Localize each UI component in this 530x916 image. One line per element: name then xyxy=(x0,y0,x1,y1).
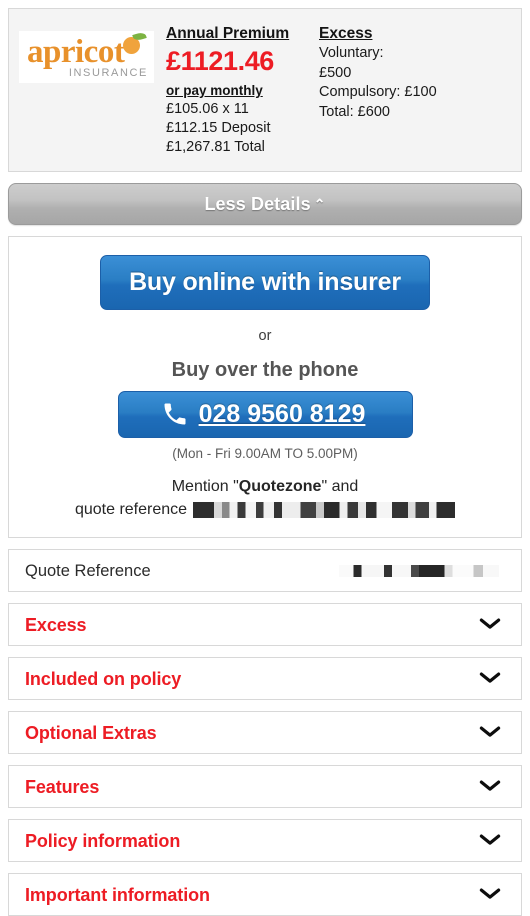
quote-reference-inline-label: quote reference xyxy=(74,501,188,518)
excess-block: Excess Voluntary: £500 Compulsory: £100 … xyxy=(311,21,511,122)
excess-heading: Excess xyxy=(319,25,373,42)
mention-brand-name: Quotezone xyxy=(238,478,322,495)
accordion-label: Features xyxy=(25,776,100,797)
excess-voluntary-value: £500 xyxy=(319,64,352,81)
monthly-instalments: £105.06 x 11 xyxy=(166,101,249,117)
chevron-up-icon: ⌃ xyxy=(313,196,326,212)
accordion-label: Optional Extras xyxy=(25,722,157,743)
chevron-down-icon[interactable] xyxy=(479,672,501,685)
mention-instruction: Mention "Quotezone" and quote reference xyxy=(19,476,511,521)
monthly-heading: or pay monthly xyxy=(166,83,263,98)
quote-reference-value-redacted xyxy=(339,564,499,577)
accordion-row-included-on-policy[interactable]: Included on policy xyxy=(8,657,522,700)
mention-prefix: Mention " xyxy=(171,478,239,495)
accordion-row-important-information[interactable]: Important information xyxy=(8,873,522,916)
buy-online-button[interactable]: Buy online with insurer xyxy=(100,255,430,310)
chevron-down-icon[interactable] xyxy=(479,618,501,631)
accordion-row-excess[interactable]: Excess xyxy=(8,603,522,646)
buy-over-phone-heading: Buy over the phone xyxy=(171,359,359,381)
phone-handset-icon xyxy=(161,400,189,428)
quote-reference-row: Quote Reference xyxy=(8,549,522,592)
quote-reference-inline-value-redacted xyxy=(193,502,456,518)
apricot-logo: apricot INSURANCE xyxy=(19,31,154,83)
quote-reference-inline: quote reference xyxy=(19,499,511,521)
accordion-label: Important information xyxy=(25,884,210,905)
chevron-down-icon[interactable] xyxy=(479,780,501,793)
monthly-total: £1,267.81 Total xyxy=(166,139,265,155)
mention-suffix: " and xyxy=(321,478,359,495)
quote-summary-card: apricot INSURANCE Annual Premium £1121.4… xyxy=(8,8,522,172)
buy-panel: Buy online with insurer or Buy over the … xyxy=(8,236,522,538)
quote-results-page: apricot INSURANCE Annual Premium £1121.4… xyxy=(0,8,530,916)
chevron-down-icon[interactable] xyxy=(479,726,501,739)
excess-total: Total: £600 xyxy=(319,103,390,120)
annual-premium-amount: £1121.46 xyxy=(166,46,274,76)
accordion-row-features[interactable]: Features xyxy=(8,765,522,808)
call-phone-button[interactable]: 028 9560 8129 xyxy=(117,391,413,438)
chevron-down-icon[interactable] xyxy=(479,888,501,901)
quote-reference-label: Quote Reference xyxy=(25,561,151,580)
less-details-label: Less Details xyxy=(204,194,311,214)
accordion-label: Included on policy xyxy=(25,668,182,689)
or-separator-label: or xyxy=(258,328,272,344)
insurer-logo-cell: apricot INSURANCE xyxy=(19,21,166,83)
less-details-toggle[interactable]: Less Details ⌃ xyxy=(8,183,522,225)
phone-opening-hours: (Mon - Fri 9.00AM TO 5.00PM) xyxy=(172,446,358,461)
excess-voluntary-label: Voluntary: xyxy=(319,45,384,61)
accordion-label: Policy information xyxy=(25,830,181,851)
accordion-row-optional-extras[interactable]: Optional Extras xyxy=(8,711,522,754)
chevron-down-icon[interactable] xyxy=(479,834,501,847)
annual-premium-heading: Annual Premium xyxy=(166,25,290,42)
monthly-deposit: £112.15 Deposit xyxy=(166,120,271,136)
logo-wordmark: apricot xyxy=(27,34,125,70)
phone-number-label: 028 9560 8129 xyxy=(198,400,366,428)
logo-subtitle: INSURANCE xyxy=(68,67,148,79)
accordion-label: Excess xyxy=(25,614,87,635)
excess-compulsory: Compulsory: £100 xyxy=(319,84,437,100)
annual-premium-block: Annual Premium £1121.46 or pay monthly £… xyxy=(166,21,311,157)
accordion-row-policy-information[interactable]: Policy information xyxy=(8,819,522,862)
accordion-list: Excess Included on policy Optional Extra… xyxy=(8,603,522,916)
